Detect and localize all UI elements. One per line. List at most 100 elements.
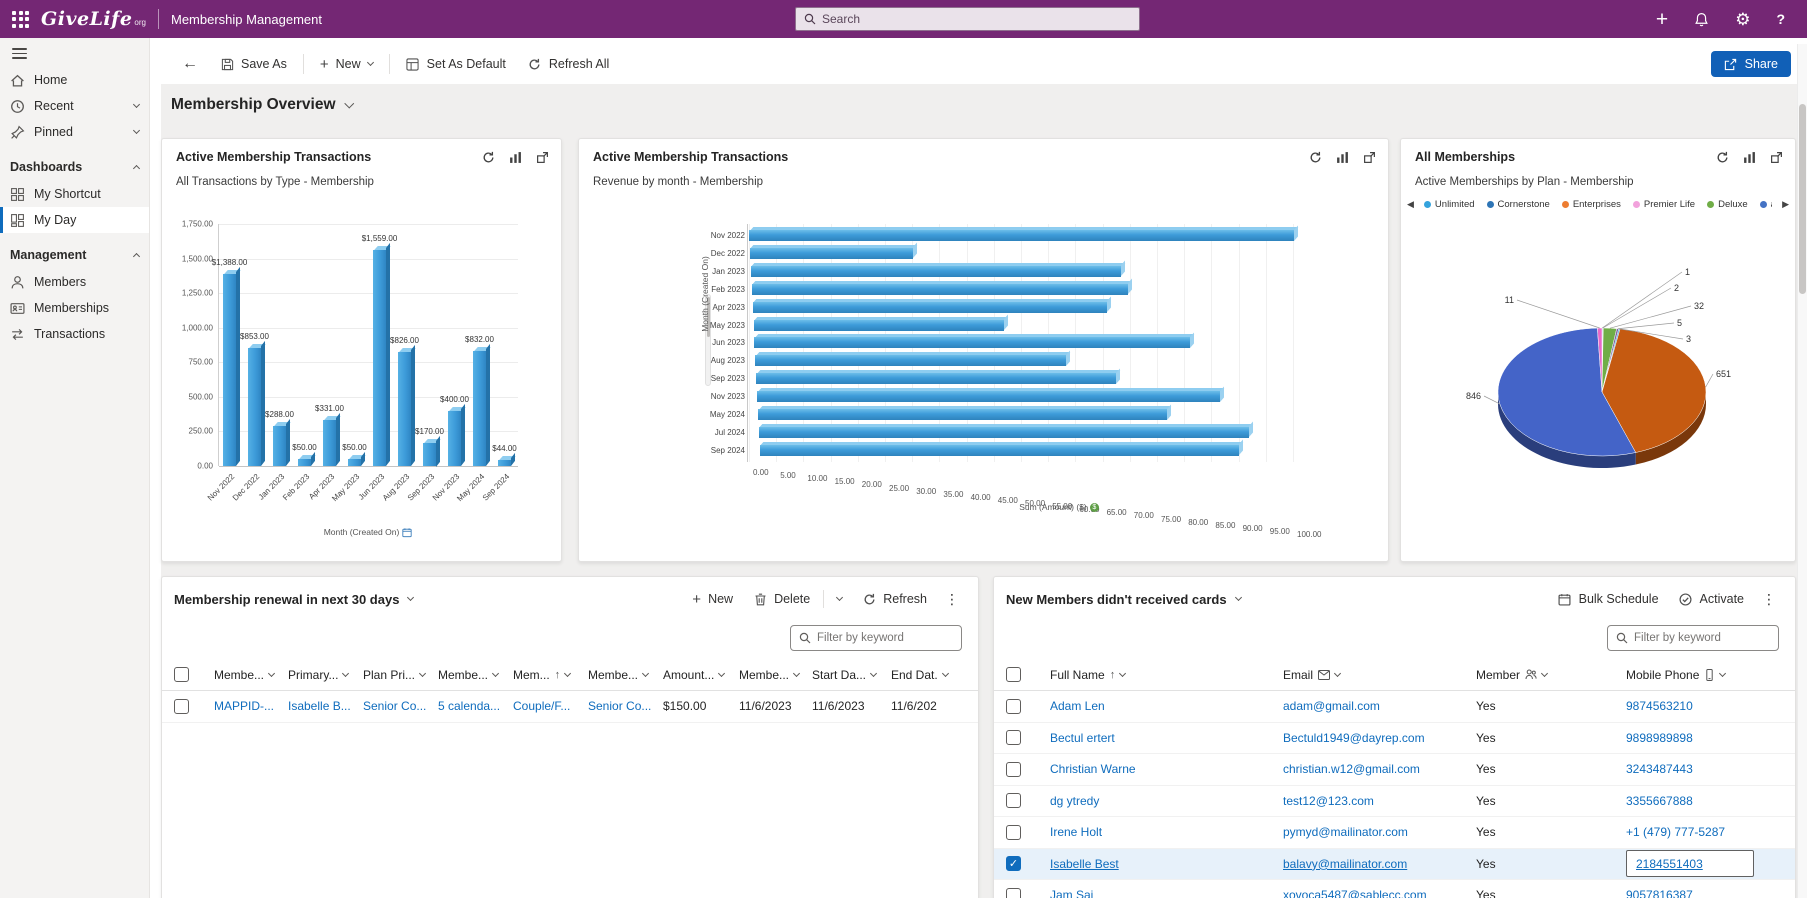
sidebar-item-memberships[interactable]: Memberships (0, 295, 149, 321)
expand-icon[interactable] (1362, 150, 1376, 164)
refresh-icon[interactable] (481, 150, 495, 164)
column-header[interactable]: Membe... (438, 659, 513, 690)
column-header[interactable]: Membe... (588, 659, 663, 690)
table-row[interactable]: Irene Holt pymyd@mailinator.com Yes +1 (479… (994, 817, 1795, 849)
row-checkbox[interactable] (174, 698, 189, 714)
bar[interactable] (750, 265, 1122, 277)
column-header[interactable]: Membe... (739, 659, 812, 690)
refresh-icon[interactable] (1308, 150, 1322, 164)
scrollbar-thumb[interactable] (1798, 104, 1806, 294)
bar[interactable] (754, 337, 1191, 349)
pie-chart[interactable]: 12 32 53 651 846 11 (1401, 254, 1797, 554)
delete-dropdown-button[interactable] (828, 592, 851, 606)
column-header-full-name[interactable]: Full Name ↑ (1050, 659, 1283, 690)
column-header-member[interactable]: Member (1476, 659, 1626, 690)
legend-item[interactable]: Premier Life (1632, 199, 1695, 210)
bulk-schedule-button[interactable]: Bulk Schedule (1549, 586, 1668, 612)
legend-item[interactable]: Deluxe (1707, 199, 1748, 210)
sidebar-item-recent[interactable]: Recent (0, 93, 149, 119)
row-checkbox[interactable] (1006, 698, 1021, 714)
dashboard-selector[interactable]: Membership Overview (171, 96, 354, 114)
legend-item[interactable]: Cornerstone (1486, 199, 1550, 210)
sidebar-section-management[interactable]: Management (0, 241, 149, 269)
table-row[interactable]: Adam Len adam@gmail.com Yes 9874563210 (994, 691, 1795, 723)
email-link[interactable]: christian.w12@gmail.com (1283, 762, 1468, 776)
full-name-link[interactable]: Adam Len (1050, 699, 1275, 713)
new-button[interactable]: + New (683, 585, 742, 614)
column-header[interactable]: Plan Pri... (363, 659, 438, 690)
bar[interactable] (752, 301, 1107, 313)
settings-gear-icon[interactable]: ⚙ (1735, 11, 1750, 28)
column-header[interactable]: Mem... ↑ (513, 659, 588, 690)
column-header[interactable]: End Dat. (891, 659, 978, 690)
bar[interactable] (751, 283, 1128, 295)
bar[interactable] (749, 247, 914, 259)
panel-title-dropdown[interactable]: New Members didn't received cards (1006, 592, 1242, 607)
bar[interactable] (756, 373, 1116, 385)
expand-icon[interactable] (1769, 150, 1783, 164)
expand-icon[interactable] (535, 150, 549, 164)
column-header[interactable]: Membe... (214, 659, 288, 690)
view-records-icon[interactable] (1335, 150, 1349, 164)
bar[interactable] (498, 459, 511, 466)
cell-link[interactable]: Isabelle B... (288, 699, 355, 713)
new-button[interactable]: + New (311, 50, 382, 79)
bar[interactable] (423, 442, 436, 466)
email-link[interactable]: xovoca5487@sablecc.com (1283, 888, 1468, 898)
full-name-link[interactable]: dg ytredy (1050, 794, 1275, 808)
refresh-button[interactable]: Refresh (853, 586, 936, 612)
global-search-input[interactable] (822, 12, 1131, 26)
email-link[interactable]: balavy@mailinator.com (1283, 857, 1468, 871)
table-row[interactable]: Bectul ertert Bectuld1949@dayrep.com Yes 98… (994, 723, 1795, 754)
notifications-icon[interactable] (1694, 12, 1709, 27)
sidebar-item-members[interactable]: Members (0, 269, 149, 295)
column-header-mobile-phone[interactable]: Mobile Phone (1626, 659, 1795, 690)
table-row[interactable]: ✓ Isabelle Best balavy@mailinator.com Yes 21… (994, 848, 1795, 880)
set-as-default-button[interactable]: Set As Default (397, 51, 515, 77)
bar[interactable] (373, 250, 386, 466)
bar[interactable] (749, 230, 1294, 241)
row-checkbox[interactable] (1006, 887, 1021, 898)
sidebar-item-my-shortcut[interactable]: My Shortcut (0, 181, 149, 207)
phone-link[interactable]: 9057816387 (1626, 888, 1787, 898)
full-name-link[interactable]: Irene Holt (1050, 825, 1275, 839)
bar[interactable] (755, 355, 1066, 367)
row-checkbox[interactable]: ✓ (1006, 856, 1021, 872)
bar[interactable] (348, 459, 361, 466)
sidebar-item-my-day[interactable]: My Day (0, 207, 149, 233)
filter-keyword-box[interactable] (1607, 625, 1779, 651)
email-link[interactable]: pymyd@mailinator.com (1283, 825, 1468, 839)
share-button[interactable]: Share (1710, 51, 1791, 77)
table-row[interactable]: dg ytredy test12@123.com Yes 3355667888 (994, 786, 1795, 817)
more-commands-icon[interactable]: ⋮ (1755, 585, 1783, 614)
filter-keyword-input[interactable] (817, 632, 953, 644)
bar[interactable] (757, 391, 1221, 403)
email-link[interactable]: adam@gmail.com (1283, 699, 1468, 713)
bar[interactable] (323, 420, 336, 466)
refresh-icon[interactable] (1715, 150, 1729, 164)
sidebar-item-pinned[interactable]: Pinned (0, 119, 149, 145)
cell-link[interactable]: 5 calenda... (438, 699, 505, 713)
bar[interactable] (298, 459, 311, 466)
table-row[interactable]: MAPPID-... Isabelle B... Senior Co... 5 cal… (162, 691, 978, 723)
legend-item[interactable]: Unlimited (1423, 199, 1475, 210)
global-search[interactable] (795, 7, 1140, 31)
refresh-all-button[interactable]: Refresh All (519, 51, 618, 77)
activate-button[interactable]: Activate (1670, 586, 1753, 612)
email-link[interactable]: test12@123.com (1283, 794, 1468, 808)
cell-link[interactable]: Senior Co... (363, 699, 430, 713)
phone-link[interactable]: 3355667888 (1626, 794, 1787, 808)
column-header[interactable]: Primary... (288, 659, 363, 690)
full-name-link[interactable]: Isabelle Best (1050, 857, 1275, 871)
row-checkbox[interactable] (1006, 793, 1021, 809)
phone-link[interactable]: 2184551403 (1636, 857, 1703, 871)
filter-keyword-box[interactable] (790, 625, 962, 651)
full-name-link[interactable]: Christian Warne (1050, 762, 1275, 776)
sidebar-item-home[interactable]: Home (0, 67, 149, 93)
phone-link[interactable]: 9898989898 (1626, 731, 1787, 745)
vertical-scrollbar[interactable] (1797, 44, 1807, 898)
full-name-link[interactable]: Bectul ertert (1050, 731, 1275, 745)
save-as-button[interactable]: Save As (211, 51, 296, 77)
table-row[interactable]: Christian Warne christian.w12@gmail.com Ye… (994, 754, 1795, 786)
email-link[interactable]: Bectuld1949@dayrep.com (1283, 731, 1468, 745)
